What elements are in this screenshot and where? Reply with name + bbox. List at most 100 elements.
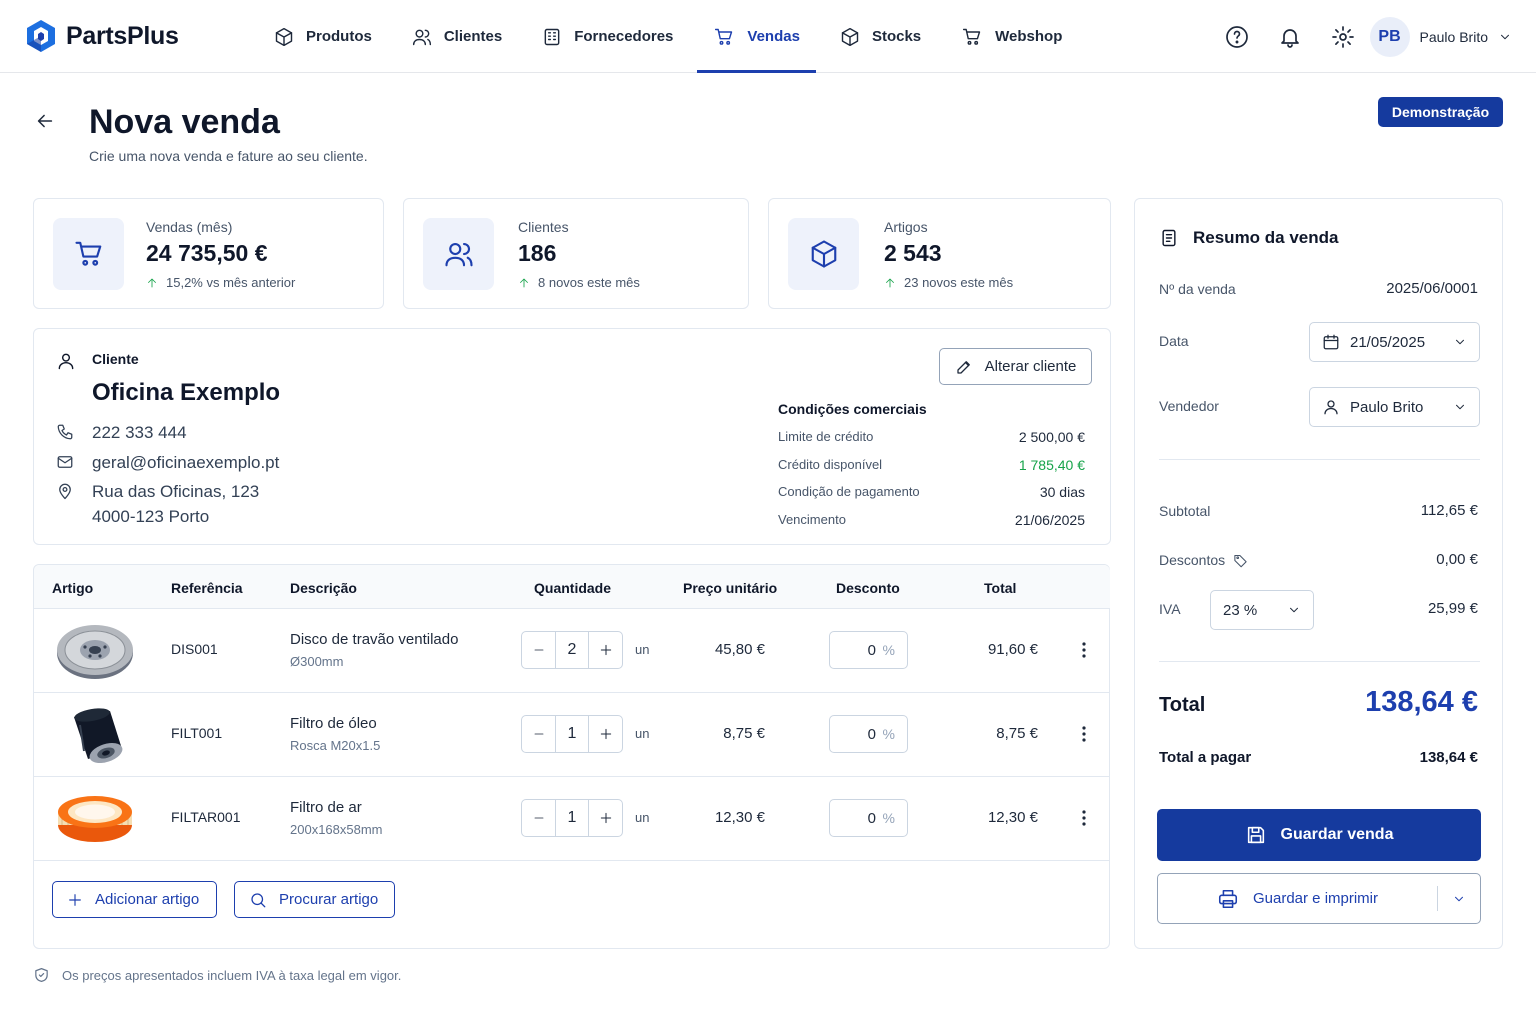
- more-options-icon[interactable]: [1082, 642, 1086, 658]
- calendar-icon: [1323, 334, 1339, 350]
- add-item-button[interactable]: Adicionar artigo: [52, 881, 217, 918]
- unit-label: un: [635, 642, 650, 657]
- total-label: Total: [1159, 694, 1206, 716]
- quantity-stepper: 2: [521, 631, 623, 669]
- client-address-line1: Rua das Oficinas, 123: [92, 482, 260, 501]
- condition-label: Vencimento: [778, 512, 846, 527]
- item-description-sub: 200x168x58mm: [290, 822, 383, 837]
- air-filter-image: [58, 796, 132, 842]
- vat-rate-value: 23 %: [1223, 601, 1258, 619]
- save-sale-label: Guardar venda: [1280, 826, 1394, 843]
- help-button[interactable]: [1222, 22, 1252, 52]
- app-logo[interactable]: PartsPlus: [24, 18, 179, 54]
- discounts-label: Descontos: [1159, 552, 1248, 568]
- item-reference: FILTAR001: [171, 809, 241, 825]
- demo-button[interactable]: Demonstração: [1378, 97, 1503, 127]
- minus-icon: [534, 817, 543, 819]
- change-client-button[interactable]: Alterar cliente: [939, 348, 1092, 385]
- notifications-button[interactable]: [1275, 22, 1305, 52]
- tag-icon: [1234, 554, 1247, 567]
- stat-card-clientes: Clientes 186 8 novos este mês: [403, 198, 749, 309]
- item-description-sub: Rosca M20x1.5: [290, 738, 381, 753]
- decrement-button[interactable]: [522, 632, 555, 668]
- stat-icon-box: [423, 218, 494, 290]
- arrow-up-icon: [148, 278, 156, 287]
- nav-item-webshop[interactable]: Webshop: [945, 0, 1078, 73]
- change-client-label: Alterar cliente: [984, 358, 1077, 375]
- client-address-row: Rua das Oficinas, 123 4000-123 Porto: [56, 479, 259, 529]
- vat-rate-select[interactable]: 23 %: [1210, 590, 1314, 630]
- save-print-dropdown[interactable]: [1438, 874, 1480, 923]
- stat-note: 15,2% vs mês anterior: [146, 275, 295, 290]
- condition-value: 1 785,40 €: [1018, 457, 1085, 473]
- chevron-down-icon: [1456, 339, 1464, 345]
- add-item-label: Adicionar artigo: [95, 891, 200, 908]
- minus-icon: [534, 649, 543, 651]
- location-pin-icon: [59, 483, 71, 500]
- cart-icon: [963, 28, 981, 45]
- nav-item-produtos[interactable]: Produtos: [258, 0, 388, 73]
- mail-icon: [57, 456, 73, 468]
- back-button[interactable]: [34, 110, 56, 132]
- divider: [1159, 661, 1480, 662]
- chevron-down-icon: [1455, 896, 1463, 901]
- users-icon: [412, 29, 431, 45]
- percent-sign: %: [882, 642, 895, 658]
- unit-price: 8,75 €: [723, 725, 765, 742]
- unit-price: 45,80 €: [714, 641, 765, 658]
- item-description-sub: Ø300mm: [290, 654, 344, 669]
- client-phone: 222 333 444: [92, 423, 187, 442]
- more-options-icon[interactable]: [1082, 810, 1086, 826]
- increment-button[interactable]: [589, 716, 622, 752]
- more-options-icon[interactable]: [1082, 726, 1086, 742]
- seller-select[interactable]: Paulo Brito: [1309, 387, 1480, 427]
- user-icon: [58, 353, 74, 370]
- stat-note: 23 novos este mês: [884, 275, 1013, 290]
- stat-value: 24 735,50 €: [146, 240, 268, 266]
- table-row: FILT001 Filtro de óleo Rosca M20x1.5 1 u…: [34, 693, 1110, 777]
- discount-field[interactable]: 0 %: [829, 631, 908, 669]
- quantity-value[interactable]: 2: [555, 632, 589, 668]
- avatar[interactable]: PB: [1369, 16, 1410, 57]
- chevron-down-icon: [1290, 607, 1298, 613]
- save-print-button[interactable]: Guardar e imprimir: [1157, 873, 1481, 924]
- to-pay-value: 138,64 €: [1419, 749, 1478, 766]
- quantity-value[interactable]: 1: [555, 716, 589, 752]
- sale-number-label: Nº da venda: [1159, 281, 1236, 297]
- column-header-referencia: Referência: [171, 580, 243, 596]
- save-sale-button[interactable]: Guardar venda: [1157, 809, 1481, 861]
- increment-button[interactable]: [589, 632, 622, 668]
- save-print-main[interactable]: Guardar e imprimir: [1158, 874, 1437, 923]
- vat-label: IVA: [1159, 601, 1181, 617]
- divider: [1159, 459, 1480, 460]
- percent-sign: %: [882, 726, 895, 742]
- oil-filter-image: [74, 708, 123, 764]
- decrement-button[interactable]: [522, 800, 555, 836]
- discount-field[interactable]: 0 %: [829, 799, 908, 837]
- item-description-main: Disco de travão ventilado: [290, 631, 459, 648]
- gear-icon: [1331, 25, 1354, 48]
- seller-value: Paulo Brito: [1350, 398, 1424, 416]
- column-header-preco: Preço unitário: [683, 580, 778, 596]
- user-name[interactable]: Paulo Brito: [1420, 29, 1488, 45]
- chevron-down-icon[interactable]: [1498, 30, 1512, 44]
- nav-item-fornecedores[interactable]: Fornecedores: [526, 0, 689, 73]
- date-picker[interactable]: 21/05/2025: [1309, 322, 1480, 362]
- item-description: Filtro de ar 200x168x58mm: [290, 799, 383, 837]
- increment-button[interactable]: [589, 800, 622, 836]
- settings-button[interactable]: [1328, 22, 1358, 52]
- arrow-left-icon: [37, 114, 53, 128]
- discount-field[interactable]: 0 %: [829, 715, 908, 753]
- condition-row: Crédito disponível 1 785,40 €: [778, 457, 1085, 473]
- line-total: 12,30 €: [987, 809, 1038, 826]
- search-item-button[interactable]: Procurar artigo: [234, 881, 395, 918]
- column-header-desconto: Desconto: [836, 580, 900, 596]
- nav-item-vendas[interactable]: Vendas: [697, 0, 816, 73]
- nav-item-stocks[interactable]: Stocks: [824, 0, 937, 73]
- nav-item-clientes[interactable]: Clientes: [396, 0, 518, 73]
- quantity-value[interactable]: 1: [555, 800, 589, 836]
- box-icon: [811, 240, 836, 268]
- nav-label: Fornecedores: [574, 28, 674, 45]
- decrement-button[interactable]: [522, 716, 555, 752]
- brake-disc-image: [57, 625, 133, 679]
